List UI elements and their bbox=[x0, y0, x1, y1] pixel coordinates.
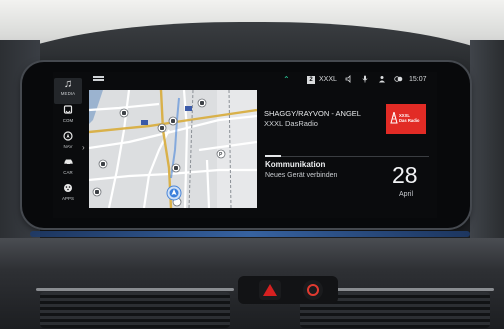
sidebar-item-media[interactable]: ♫ MEDIA bbox=[54, 78, 82, 104]
hazard-triangle-icon bbox=[263, 284, 277, 296]
assist-button[interactable] bbox=[303, 280, 323, 300]
radio-station-label: XXXL bbox=[319, 76, 337, 83]
station-logo: XXXL Das Radio bbox=[386, 104, 426, 134]
sidebar-item-com[interactable]: COM bbox=[54, 105, 82, 131]
clock: 15:07 bbox=[409, 76, 427, 83]
radio-preset-badge: 2 bbox=[307, 76, 315, 84]
air-vent-left[interactable] bbox=[40, 292, 230, 328]
date-month: April bbox=[399, 191, 414, 198]
speaker-icon[interactable] bbox=[345, 75, 353, 87]
media-widget[interactable]: SHAGGY/RAYVON - ANGEL XXXL DasRadio XXXL… bbox=[261, 91, 435, 151]
sidebar: ♫ MEDIA COM NAV CAR APPS bbox=[53, 72, 83, 218]
sidebar-item-label: APPS bbox=[61, 196, 75, 201]
ambient-light-strip bbox=[30, 231, 470, 237]
sidebar-item-car[interactable]: CAR bbox=[54, 157, 82, 183]
page-indicator[interactable] bbox=[253, 211, 273, 215]
microphone-icon[interactable] bbox=[362, 75, 368, 87]
radio-tower-icon bbox=[390, 112, 398, 124]
sidebar-item-label: NAV bbox=[63, 144, 73, 149]
center-button-panel bbox=[238, 276, 338, 304]
infotainment-display: ♫ MEDIA COM NAV CAR APPS › ⌃ 2 XXXL 15:0… bbox=[53, 72, 437, 218]
station-name: XXXL DasRadio bbox=[264, 119, 318, 128]
sidebar-item-label: MEDIA bbox=[60, 91, 76, 96]
driver-profile-icon[interactable] bbox=[378, 75, 386, 87]
music-note-icon: ♫ bbox=[63, 78, 73, 90]
hazard-button[interactable] bbox=[259, 280, 281, 300]
assist-ring-icon bbox=[307, 284, 319, 296]
widget-divider bbox=[265, 156, 429, 157]
sidebar-item-nav[interactable]: NAV bbox=[54, 131, 82, 157]
status-bar: ⌃ 2 XXXL 15:07 bbox=[87, 72, 437, 90]
menu-icon[interactable] bbox=[93, 76, 104, 83]
sidebar-item-label: CAR bbox=[63, 170, 73, 175]
connection-up-icon: ⌃ bbox=[283, 75, 290, 84]
connected-services-icon[interactable] bbox=[394, 75, 403, 87]
navigation-icon bbox=[63, 131, 73, 144]
sidebar-item-label: COM bbox=[62, 118, 74, 123]
widget-divider-accent bbox=[265, 155, 281, 157]
apps-icon bbox=[63, 183, 73, 196]
phone-icon bbox=[63, 105, 73, 118]
navigation-map[interactable]: P bbox=[89, 90, 257, 208]
communication-title[interactable]: Kommunikation bbox=[265, 160, 325, 170]
sidebar-item-apps[interactable]: APPS bbox=[54, 183, 82, 209]
connect-device-link[interactable]: Neues Gerät verbinden bbox=[265, 171, 337, 180]
vent-trim-left bbox=[36, 288, 234, 291]
dashboard-right-panel bbox=[470, 40, 504, 240]
car-icon bbox=[63, 157, 74, 170]
track-title: SHAGGY/RAYVON - ANGEL bbox=[264, 109, 361, 118]
date-day: 28 bbox=[392, 162, 418, 188]
chevron-right-icon[interactable]: › bbox=[82, 143, 88, 153]
station-logo-text: XXXL Das Radio bbox=[399, 113, 420, 123]
